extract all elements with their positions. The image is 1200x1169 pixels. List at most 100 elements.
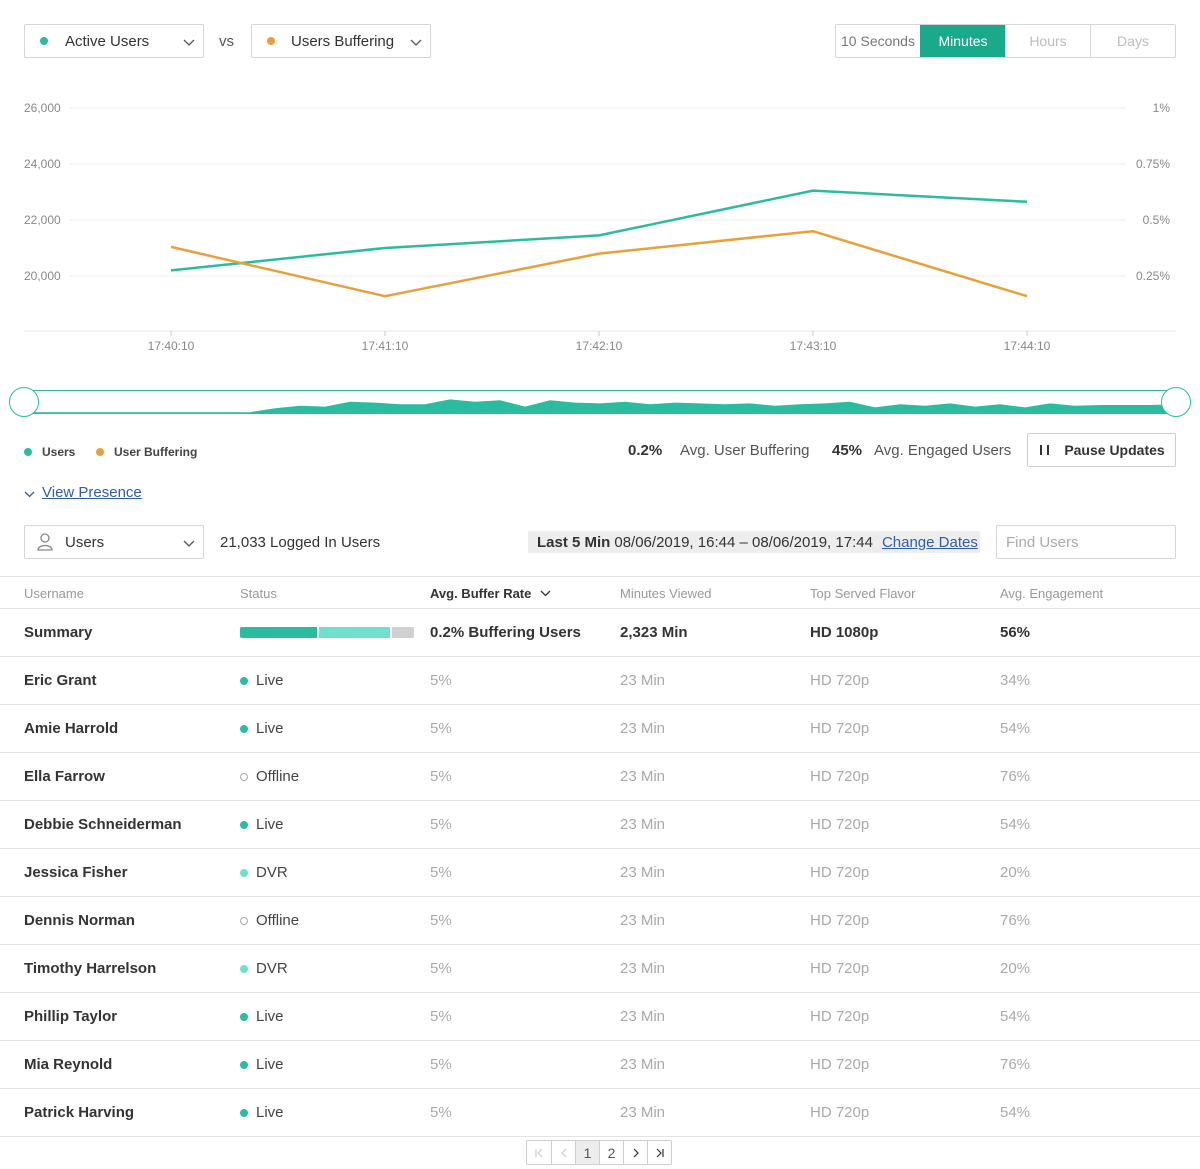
find-users-input[interactable]	[996, 525, 1176, 559]
status-cell: Live	[240, 1056, 284, 1073]
column-header-top-served-flavor[interactable]: Top Served Flavor	[810, 586, 916, 601]
legend-dot	[96, 448, 104, 456]
first-page-icon	[535, 1148, 543, 1157]
engagement: 76%	[1000, 912, 1031, 929]
status-bar-dvr	[318, 627, 390, 638]
engagement: 54%	[1000, 720, 1031, 737]
status-cell: Offline	[240, 912, 299, 929]
buffer-rate: 5%	[430, 720, 452, 737]
username[interactable]: Patrick Harving	[24, 1104, 134, 1121]
logged-in-count: 21,033 Logged In Users	[220, 534, 381, 551]
status-cell: DVR	[240, 864, 288, 881]
column-header-avg-buffer-rate[interactable]: Avg. Buffer Rate	[430, 586, 531, 601]
username[interactable]: Eric Grant	[24, 672, 97, 689]
username[interactable]: Jessica Fisher	[24, 864, 127, 881]
legend-label: User Buffering	[114, 445, 198, 459]
chevron-left-icon	[560, 1148, 566, 1157]
buffer-rate: 5%	[430, 912, 452, 929]
avg-buffering-value: 0.2%	[628, 442, 663, 459]
page-button-1[interactable]: 1	[575, 1141, 599, 1164]
avg-engaged-label: Avg. Engaged Users	[874, 442, 1012, 459]
status-label: DVR	[256, 864, 288, 881]
next-page-button[interactable]	[623, 1141, 647, 1164]
range-overview[interactable]	[24, 390, 1176, 414]
minutes-viewed: 23 Min	[620, 768, 666, 785]
first-page-button[interactable]	[527, 1141, 551, 1164]
summary-buffer: 0.2% Buffering Users	[430, 624, 581, 641]
buffer-rate: 5%	[430, 672, 452, 689]
table-row[interactable]: Ella Farrow Offline 5% 23 Min HD 720p 76%	[0, 753, 1200, 801]
username[interactable]: Dennis Norman	[24, 912, 135, 929]
username[interactable]: Amie Harrold	[24, 720, 118, 737]
served-flavor: HD 720p	[810, 912, 870, 929]
table-row[interactable]: Phillip Taylor Live 5% 23 Min HD 720p 54%	[0, 993, 1200, 1041]
view-presence-link[interactable]: View Presence	[42, 484, 142, 501]
served-flavor: HD 720p	[810, 960, 870, 977]
engagement: 34%	[1000, 672, 1031, 689]
status-bar-offline	[391, 627, 414, 638]
username[interactable]: Debbie Schneiderman	[24, 816, 182, 833]
minutes-viewed: 23 Min	[620, 960, 666, 977]
pause-updates-button[interactable]: Pause Updates	[1027, 433, 1176, 467]
avg-engaged-value: 45%	[832, 442, 863, 459]
served-flavor: HD 720p	[810, 864, 870, 881]
status-cell: Offline	[240, 768, 299, 785]
table-row[interactable]: Timothy Harrelson DVR 5% 23 Min HD 720p 20%	[0, 945, 1200, 993]
status-cell: Live	[240, 672, 284, 689]
status-distribution-bar	[240, 627, 414, 638]
summary-minutes: 2,323 Min	[620, 624, 688, 641]
pagination: 1 2	[526, 1140, 672, 1165]
last-page-icon	[656, 1148, 664, 1157]
sort-descending-icon[interactable]	[540, 588, 551, 599]
minutes-viewed: 23 Min	[620, 1104, 666, 1121]
avg-buffering-label: Avg. User Buffering	[680, 442, 810, 459]
engagement: 54%	[1000, 816, 1031, 833]
status-cell: Live	[240, 1008, 284, 1025]
table-row[interactable]: Amie Harrold Live 5% 23 Min HD 720p 54%	[0, 705, 1200, 753]
username[interactable]: Mia Reynold	[24, 1056, 112, 1073]
column-header-status[interactable]: Status	[240, 586, 277, 601]
summary-flavor: HD 1080p	[810, 624, 879, 641]
buffer-rate: 5%	[430, 1008, 452, 1025]
date-range-text: 08/06/2019, 16:44 – 08/06/2019, 17:44	[614, 533, 873, 551]
status-label: Live	[256, 1008, 284, 1025]
served-flavor: HD 720p	[810, 672, 870, 689]
chevron-down-icon[interactable]	[24, 489, 35, 500]
table-row[interactable]: Mia Reynold Live 5% 23 Min HD 720p 76%	[0, 1041, 1200, 1089]
table-row[interactable]: Eric Grant Live 5% 23 Min HD 720p 34%	[0, 657, 1200, 705]
status-dot	[240, 1060, 248, 1069]
buffer-rate: 5%	[430, 1056, 452, 1073]
status-label: Live	[256, 672, 284, 689]
served-flavor: HD 720p	[810, 768, 870, 785]
page-button-2[interactable]: 2	[599, 1141, 623, 1164]
series-line-user-buffering	[170, 229, 1028, 298]
overview-area	[25, 399, 1175, 413]
table-row[interactable]: Dennis Norman Offline 5% 23 Min HD 720p 76%	[0, 897, 1200, 945]
user-type-select[interactable]: Users	[24, 525, 204, 559]
column-header-username[interactable]: Username	[24, 586, 84, 601]
prev-page-button[interactable]	[551, 1141, 575, 1164]
status-label: Live	[256, 720, 284, 737]
status-dot	[240, 724, 248, 733]
pause-icon	[1040, 445, 1050, 455]
engagement: 20%	[1000, 960, 1031, 977]
change-dates-link[interactable]: Change Dates	[882, 534, 978, 551]
username[interactable]: Timothy Harrelson	[24, 960, 156, 977]
table-row[interactable]: Debbie Schneiderman Live 5% 23 Min HD 720p 54…	[0, 801, 1200, 849]
column-header-avg-engagement[interactable]: Avg. Engagement	[1000, 586, 1103, 601]
legend-item-users: Users	[24, 445, 75, 459]
range-handle-left[interactable]	[9, 387, 39, 417]
minutes-viewed: 23 Min	[620, 1008, 666, 1025]
username[interactable]: Ella Farrow	[24, 768, 105, 785]
engagement: 20%	[1000, 864, 1031, 881]
summary-engagement: 56%	[1000, 624, 1031, 641]
column-header-minutes-viewed[interactable]: Minutes Viewed	[620, 586, 712, 601]
range-handle-right[interactable]	[1161, 387, 1191, 417]
last-page-button[interactable]	[647, 1141, 671, 1164]
username[interactable]: Phillip Taylor	[24, 1008, 117, 1025]
status-label: Live	[256, 1056, 284, 1073]
table-row[interactable]: Patrick Harving Live 5% 23 Min HD 720p 54%	[0, 1089, 1200, 1137]
status-dot	[240, 1012, 248, 1021]
table-row[interactable]: Jessica Fisher DVR 5% 23 Min HD 720p 20%	[0, 849, 1200, 897]
buffer-rate: 5%	[430, 1104, 452, 1121]
